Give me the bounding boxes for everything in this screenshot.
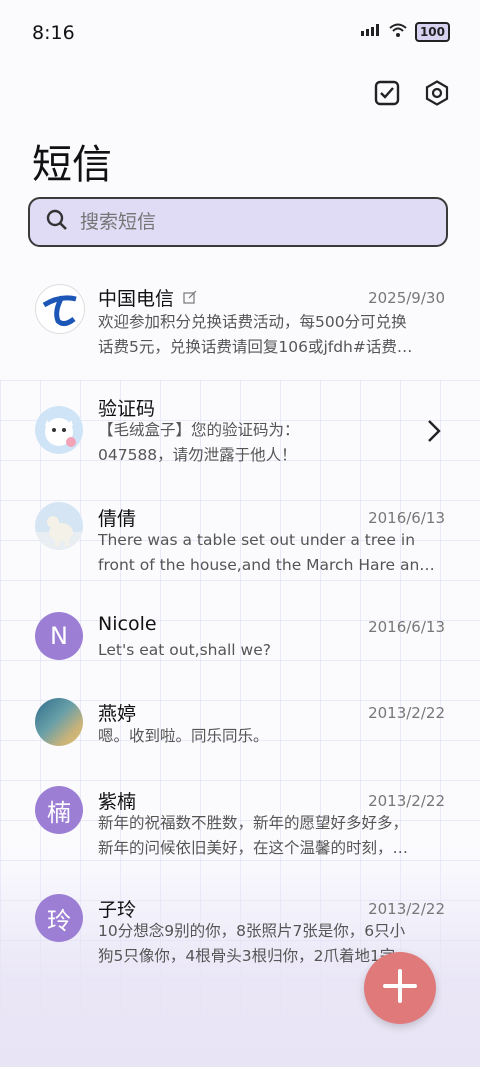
search-bar[interactable] <box>28 197 448 247</box>
contact-name: 燕婷 <box>98 703 137 725</box>
message-preview: 欢迎参加积分兑换话费活动，每500分可兑换 话费5元，兑换话费请回复106或jf… <box>98 310 444 360</box>
top-actions <box>372 78 452 108</box>
contact-name: 紫楠 <box>98 791 137 813</box>
preview-line: 欢迎参加积分兑换话费活动，每500分可兑换 <box>98 313 407 331</box>
conversation-item[interactable]: N Nicole 2016/6/13 Let's eat out,shall w… <box>0 604 480 674</box>
preview-line: front of the house,and the March Hare an… <box>98 556 435 574</box>
new-message-button[interactable] <box>364 952 436 1024</box>
avatar: 楠 <box>35 786 83 834</box>
avatar <box>35 698 83 746</box>
avatar: N <box>35 612 83 660</box>
message-preview: 【毛绒盒子】您的验证码为： 047588，请勿泄露于他人！ <box>98 418 444 468</box>
page-title: 短信 <box>32 142 112 188</box>
conversation-item[interactable]: 倩倩 2016/6/13 There was a table set out u… <box>0 494 480 594</box>
message-date: 2013/2/22 <box>368 792 445 810</box>
wifi-icon <box>389 23 407 41</box>
conversation-item[interactable]: 楠 紫楠 2013/2/22 新年的祝福数不胜数，新年的愿望好多好多， 新年的问… <box>0 778 480 878</box>
avatar: 玲 <box>35 894 83 942</box>
preview-line: 新年的问候依旧美好，在这个温馨的时刻，… <box>98 839 409 857</box>
chevron-right-icon[interactable] <box>426 418 442 448</box>
status-bar: 8:16 100 <box>0 0 480 68</box>
contact-name: 子玲 <box>98 899 137 921</box>
conversation-item[interactable]: 中国电信 2025/9/30 欢迎参加积分兑换话费活动，每500分可兑换 话费5… <box>0 272 480 372</box>
contact-name: Nicole <box>98 613 157 635</box>
avatar <box>35 502 83 550</box>
contact-name: 中国电信 <box>98 288 175 310</box>
plus-icon <box>382 968 418 1008</box>
message-date: 2013/2/22 <box>368 900 445 918</box>
preview-line: 嗯。收到啦。同乐同乐。 <box>98 727 269 745</box>
preview-line: Let's eat out,shall we? <box>98 641 271 659</box>
contact-name: 验证码 <box>98 398 156 420</box>
message-date: 2016/6/13 <box>368 509 445 527</box>
preview-line: 【毛绒盒子】您的验证码为： <box>98 421 300 439</box>
preview-line: 047588，请勿泄露于他人！ <box>98 446 297 464</box>
message-preview: Let's eat out,shall we? <box>98 638 444 663</box>
settings-icon[interactable] <box>422 78 452 108</box>
message-preview: 新年的祝福数不胜数，新年的愿望好多好多， 新年的问候依旧美好，在这个温馨的时刻，… <box>98 811 444 861</box>
select-icon[interactable] <box>372 78 402 108</box>
message-date: 2025/9/30 <box>368 289 445 307</box>
avatar <box>35 406 83 454</box>
preview-line: 话费5元，兑换话费请回复106或jfdh#话费… <box>98 338 413 356</box>
status-time: 8:16 <box>32 22 75 44</box>
avatar <box>35 284 85 334</box>
signal-icon <box>360 24 381 40</box>
conversation-item[interactable]: 燕婷 2013/2/22 嗯。收到啦。同乐同乐。 <box>0 690 480 760</box>
preview-line: There was a table set out under a tree i… <box>98 531 416 549</box>
contact-name: 倩倩 <box>98 508 137 530</box>
search-input[interactable] <box>78 210 422 234</box>
message-date: 2016/6/13 <box>368 618 445 636</box>
conversation-item[interactable]: 验证码 【毛绒盒子】您的验证码为： 047588，请勿泄露于他人！ <box>0 384 480 484</box>
message-date: 2013/2/22 <box>368 704 445 722</box>
battery-icon: 100 <box>414 22 450 42</box>
preview-line: 10分想念9别的你，8张照片7张是你，6只小 <box>98 922 406 940</box>
status-icons: 100 <box>360 22 450 42</box>
preview-line: 新年的祝福数不胜数，新年的愿望好多好多， <box>98 814 409 832</box>
message-preview: There was a table set out under a tree i… <box>98 528 444 578</box>
search-icon <box>46 209 68 235</box>
edit-icon <box>183 289 197 308</box>
message-preview: 嗯。收到啦。同乐同乐。 <box>98 724 444 749</box>
